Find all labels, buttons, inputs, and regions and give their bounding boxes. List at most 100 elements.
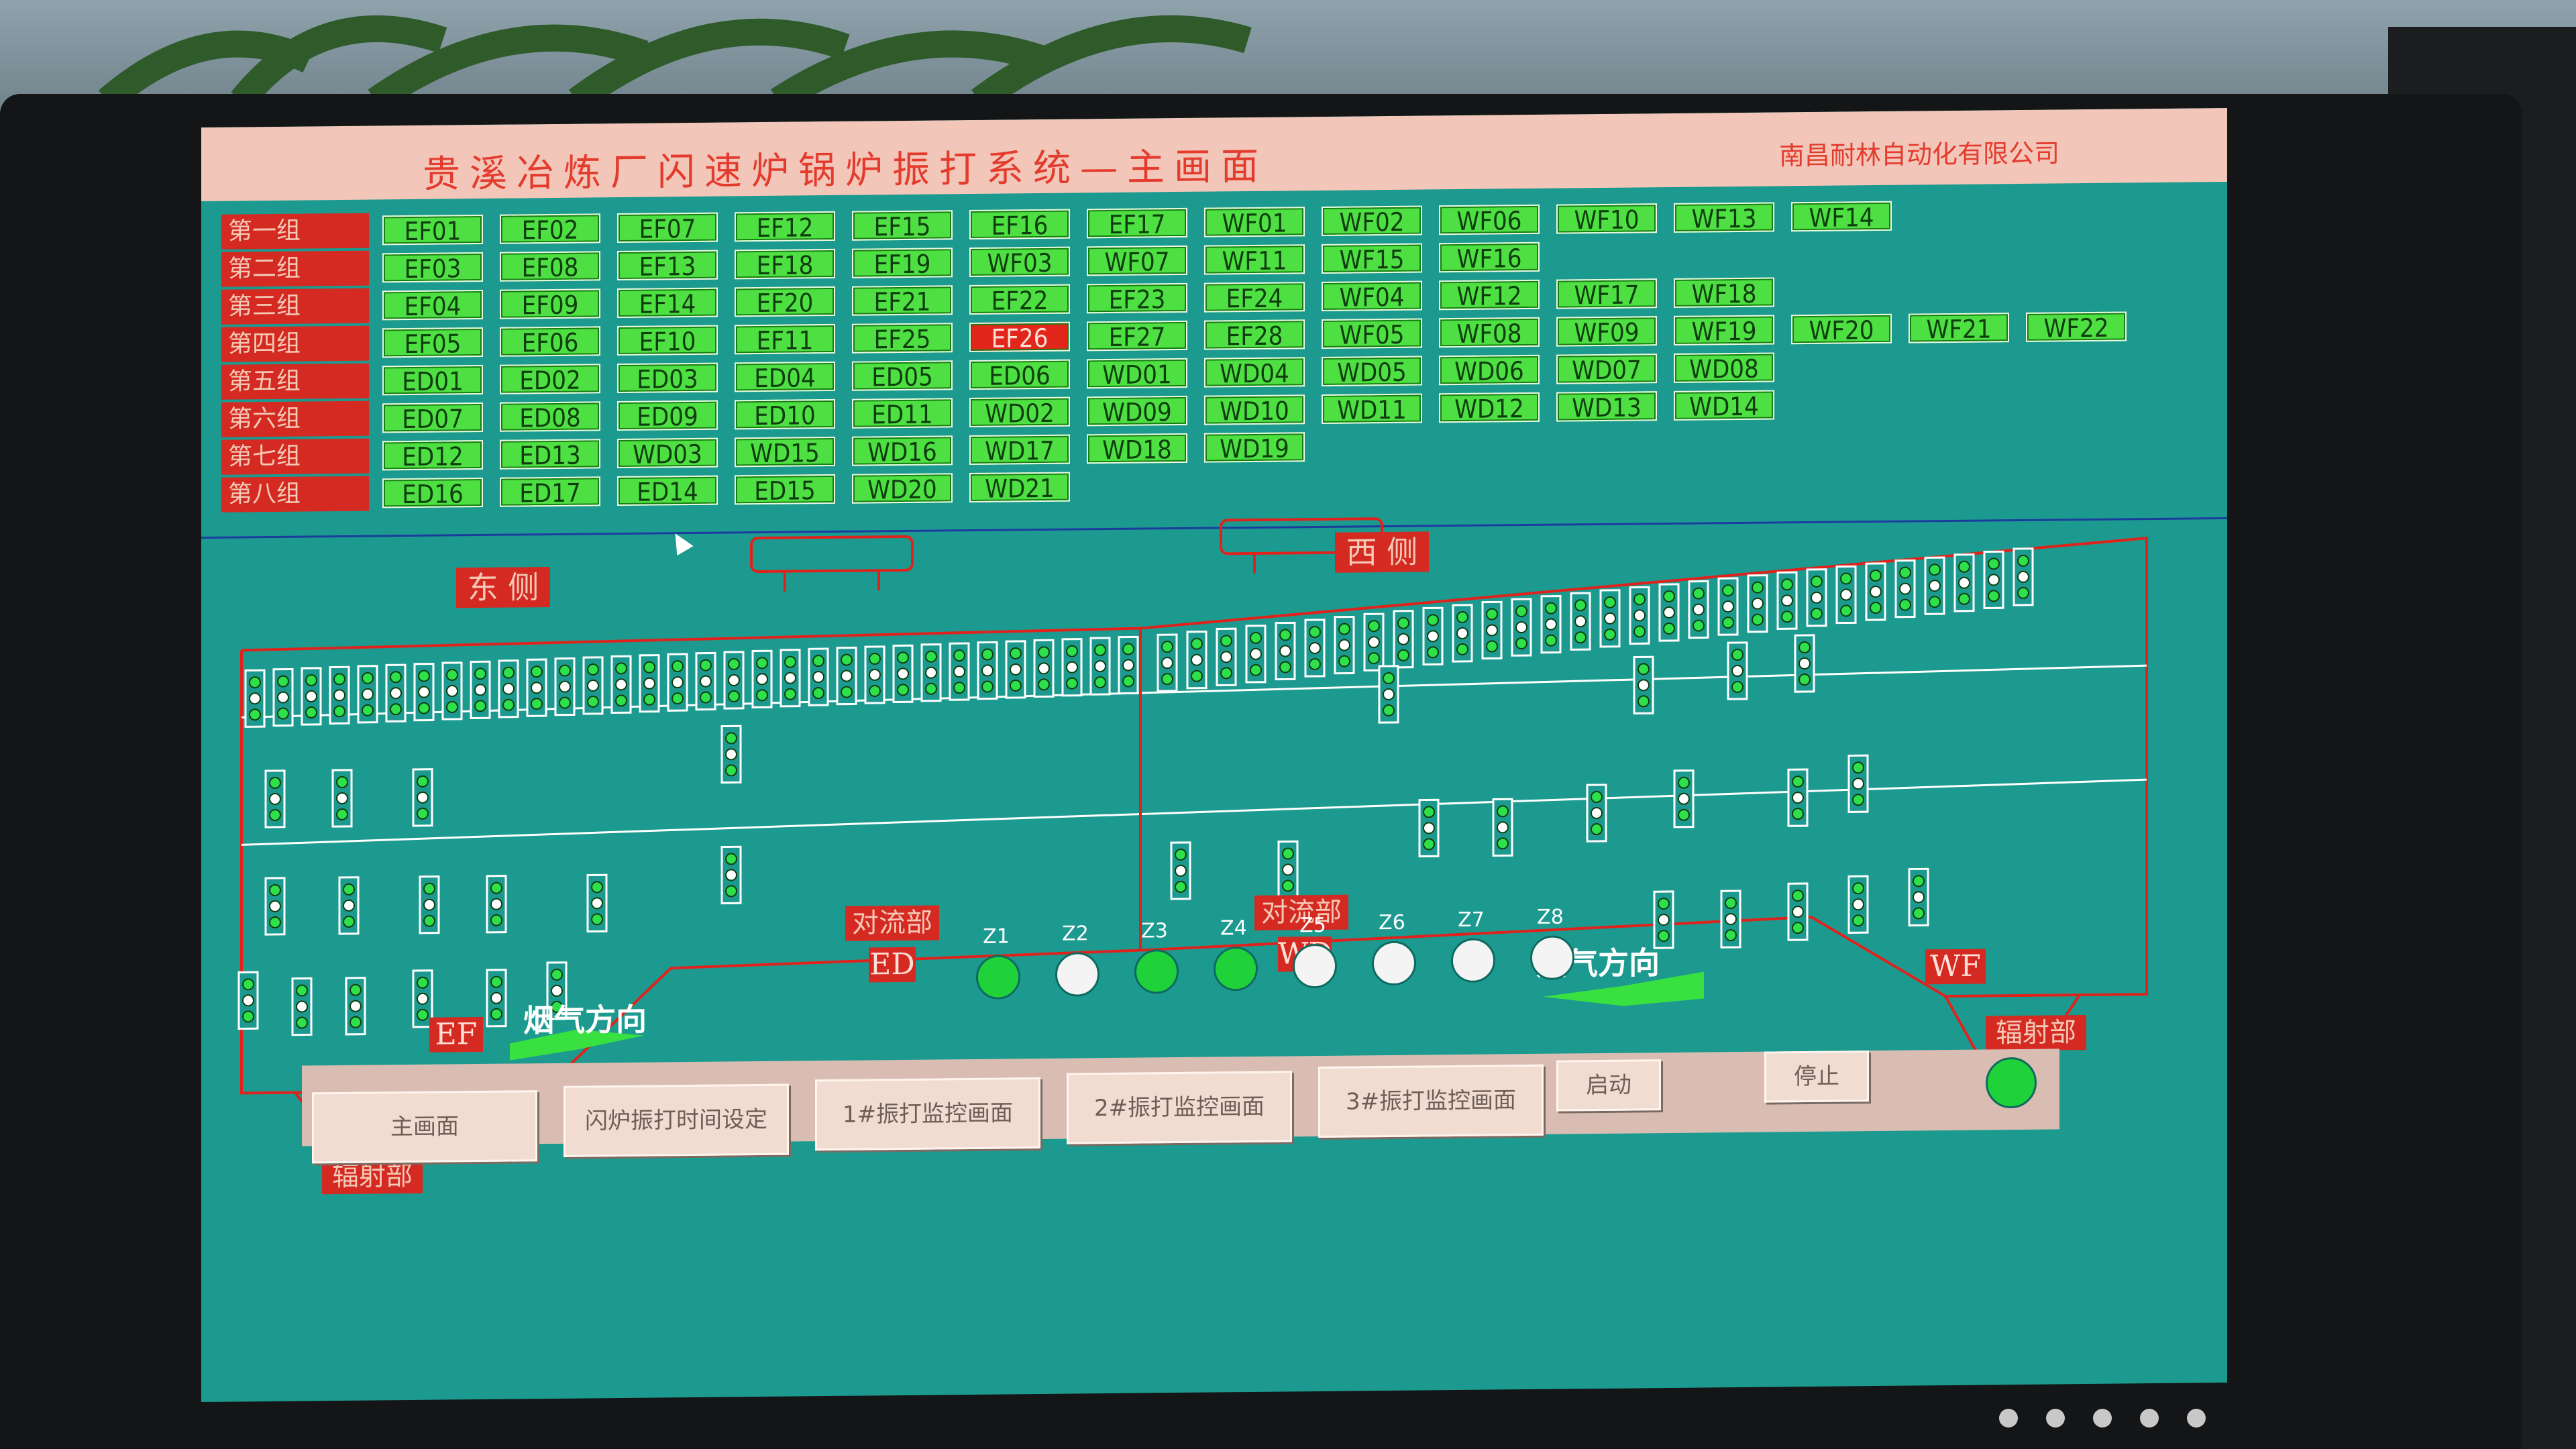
rapper-indicator[interactable] [1304, 619, 1326, 678]
rapper-indicator[interactable] [1806, 568, 1827, 627]
rapper-indicator[interactable] [1245, 625, 1267, 684]
rapper-indicator[interactable] [1492, 798, 1513, 857]
monitor-button[interactable] [2046, 1409, 2065, 1428]
rapper-indicator[interactable] [1186, 631, 1208, 690]
rapper-indicator[interactable] [470, 660, 491, 720]
rapper-indicator[interactable] [1089, 637, 1111, 696]
rapper-indicator[interactable] [1776, 571, 1798, 630]
rapper-indicator[interactable] [1378, 665, 1399, 724]
rapper-indicator[interactable] [695, 651, 716, 711]
rapper-indicator[interactable] [892, 644, 914, 704]
rapper-indicator[interactable] [949, 642, 970, 701]
rapper-indicator[interactable] [244, 669, 266, 728]
rapper-indicator[interactable] [1599, 589, 1621, 648]
rapper-indicator[interactable] [1717, 577, 1739, 636]
rapper-indicator[interactable] [1924, 556, 1945, 615]
rapper-indicator[interactable] [1393, 610, 1414, 669]
rapper-indicator[interactable] [1334, 615, 1355, 675]
rapper-indicator[interactable] [237, 971, 259, 1030]
rapper-indicator[interactable] [301, 667, 322, 726]
rapper-indicator[interactable] [1794, 634, 1815, 693]
rapper-indicator[interactable] [1061, 638, 1083, 697]
monitor-buttons[interactable] [1999, 1409, 2281, 1436]
rapper-indicator[interactable] [639, 654, 660, 713]
rapper-indicator[interactable] [1422, 606, 1444, 666]
nav-button[interactable]: 主画面 [312, 1090, 537, 1164]
rapper-indicator[interactable] [1277, 840, 1299, 900]
rapper-indicator[interactable] [864, 645, 885, 704]
rapper-indicator[interactable] [1363, 612, 1385, 672]
rapper-indicator[interactable] [1033, 639, 1055, 698]
rapper-indicator[interactable] [1720, 890, 1741, 949]
rapper-indicator[interactable] [1540, 595, 1562, 654]
power-button[interactable] [2187, 1409, 2206, 1428]
rapper-indicator[interactable] [264, 877, 286, 936]
rapper-indicator[interactable] [1118, 635, 1139, 695]
rapper-indicator[interactable] [920, 643, 942, 702]
rapper-indicator[interactable] [667, 653, 688, 712]
monitor-button[interactable] [1999, 1409, 2018, 1428]
rapper-indicator[interactable] [1633, 655, 1654, 715]
rapper-indicator[interactable] [1570, 592, 1591, 651]
rapper-indicator[interactable] [2012, 547, 2034, 606]
rapper-indicator[interactable] [1418, 798, 1440, 858]
rapper-indicator[interactable] [1787, 768, 1809, 827]
rapper-indicator[interactable] [486, 875, 507, 934]
rapper-indicator[interactable] [723, 651, 745, 710]
rapper-indicator[interactable] [1688, 580, 1709, 639]
rapper-indicator[interactable] [1894, 559, 1916, 619]
rapper-indicator[interactable] [1953, 553, 1975, 612]
rapper-indicator[interactable] [582, 656, 604, 715]
rapper-indicator[interactable] [720, 724, 742, 784]
rapper-indicator[interactable] [264, 769, 286, 828]
rapper-indicator[interactable] [586, 873, 608, 932]
rapper-indicator[interactable] [331, 769, 353, 828]
rapper-indicator[interactable] [1586, 784, 1607, 843]
rapper-indicator[interactable] [272, 667, 294, 727]
rapper-indicator[interactable] [808, 647, 829, 706]
rapper-indicator[interactable] [1727, 641, 1748, 700]
rapper-indicator[interactable] [291, 977, 313, 1036]
stop-button[interactable]: 停止 [1764, 1051, 1869, 1103]
rapper-indicator[interactable] [751, 649, 773, 709]
rapper-indicator[interactable] [1847, 875, 1869, 934]
monitor-button[interactable] [2093, 1409, 2112, 1428]
rapper-indicator[interactable] [1835, 565, 1857, 625]
rapper-indicator[interactable] [1673, 769, 1695, 828]
rapper-indicator[interactable] [1658, 583, 1680, 642]
rapper-indicator[interactable] [338, 876, 360, 935]
rapper-indicator[interactable] [977, 641, 998, 700]
rapper-indicator[interactable] [413, 662, 435, 722]
rapper-indicator[interactable] [1787, 882, 1809, 941]
nav-button[interactable]: 闪炉振打时间设定 [564, 1083, 789, 1157]
rapper-indicator[interactable] [1275, 621, 1296, 681]
rapper-indicator[interactable] [329, 665, 350, 725]
rapper-indicator[interactable] [345, 977, 366, 1036]
rapper-indicator[interactable] [610, 655, 632, 714]
rapper-indicator[interactable] [498, 659, 519, 718]
rapper-indicator[interactable] [526, 658, 547, 717]
rapper-indicator[interactable] [1511, 598, 1532, 657]
rapper-indicator[interactable] [1170, 841, 1191, 900]
rapper-indicator[interactable] [1629, 586, 1650, 645]
rapper-indicator[interactable] [1747, 574, 1768, 633]
rapper-indicator[interactable] [441, 661, 463, 720]
rapper-indicator[interactable] [486, 969, 507, 1028]
monitor-button[interactable] [2140, 1409, 2159, 1428]
rapper-indicator[interactable] [554, 657, 576, 716]
start-button[interactable]: 启动 [1556, 1059, 1661, 1112]
rapper-indicator[interactable] [1908, 867, 1929, 927]
rapper-indicator[interactable] [1005, 640, 1026, 699]
rapper-indicator[interactable] [780, 649, 801, 708]
nav-button[interactable]: 2#振打监控画面 [1067, 1071, 1292, 1144]
rapper-indicator[interactable] [1452, 604, 1473, 663]
nav-button[interactable]: 1#振打监控画面 [815, 1077, 1040, 1151]
rapper-indicator[interactable] [836, 646, 857, 706]
rapper-indicator[interactable] [385, 663, 407, 722]
rapper-indicator[interactable] [357, 665, 378, 724]
rapper-indicator[interactable] [1157, 633, 1178, 692]
rapper-indicator[interactable] [412, 768, 433, 827]
nav-button[interactable]: 3#振打监控画面 [1318, 1064, 1544, 1138]
rapper-indicator[interactable] [1216, 627, 1237, 686]
rapper-indicator[interactable] [1481, 600, 1503, 660]
